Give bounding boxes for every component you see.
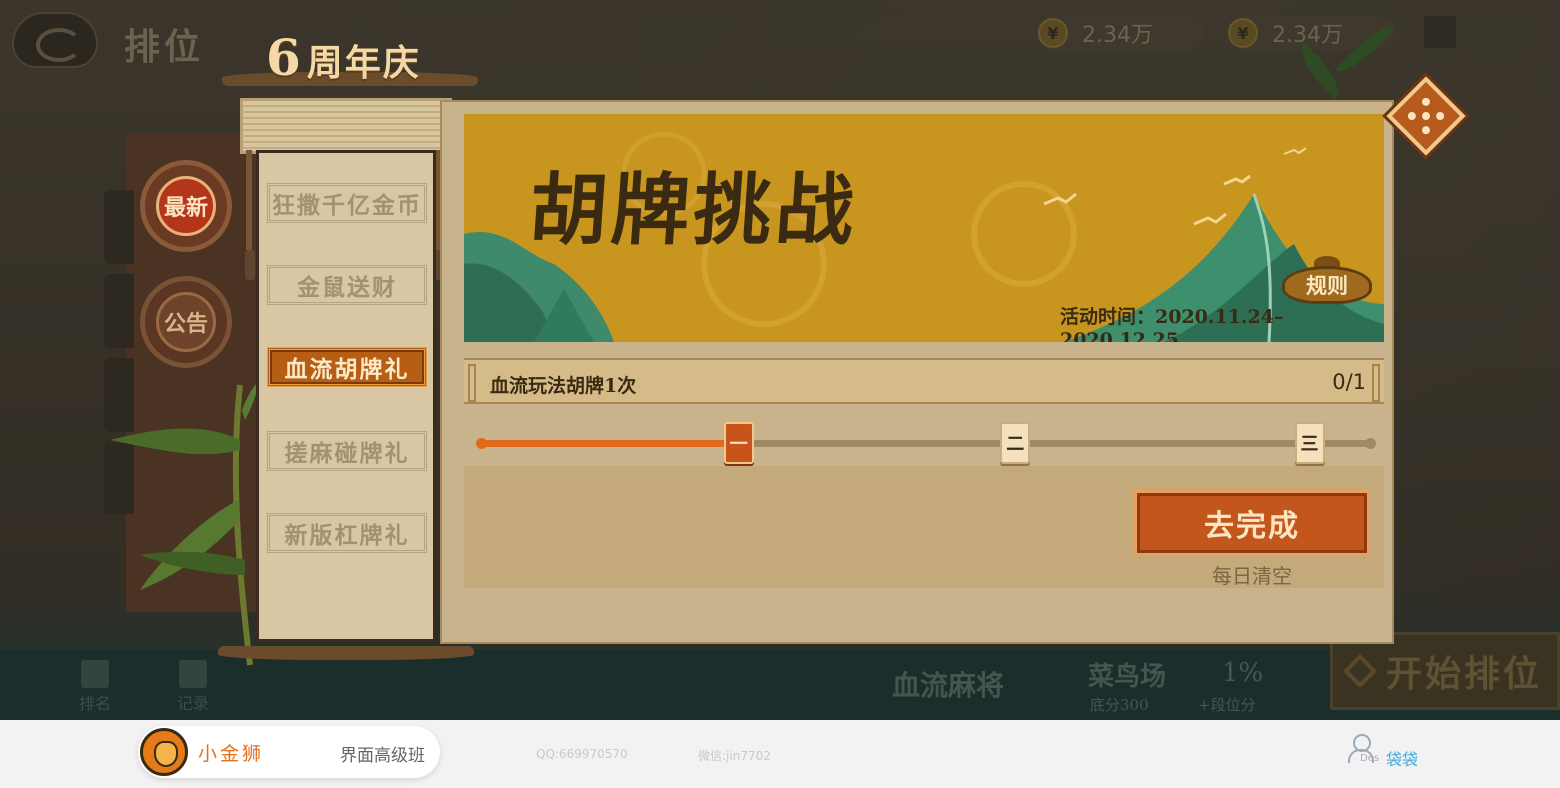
daily-reset-note: 每日清空: [1212, 564, 1292, 588]
dot-icon: [1420, 110, 1432, 122]
bag-icon[interactable]: [1420, 12, 1460, 52]
record-nav-label: 记录: [176, 694, 209, 713]
anniversary-title: 6 周年庆: [266, 28, 421, 87]
task-row: 血流玩法胡牌1次 0/1: [464, 358, 1384, 404]
activity-nav-panel: 狂撒千亿金币 金鼠送财 血流胡牌礼 搓麻碰牌礼 新版杠牌礼: [256, 150, 436, 642]
rank-sub: +段位分: [1198, 696, 1256, 714]
bamboo-stem: [232, 384, 253, 666]
back-teapot-icon[interactable]: [12, 12, 98, 68]
mode-selector[interactable]: 血流麻将: [892, 664, 1004, 704]
qq-text: QQ:669970570: [536, 747, 628, 761]
brand-course: 界面高级班: [340, 746, 425, 766]
badge-notice[interactable]: 公告: [140, 276, 232, 368]
des-text: Des: [1360, 753, 1380, 764]
coin-icon: ¥: [1038, 18, 1068, 48]
wechat-text: 微信:jin7702: [698, 749, 771, 763]
dot-icon: [1434, 110, 1446, 122]
room-sub: 底分300: [1090, 696, 1149, 714]
dot-icon: [1420, 96, 1432, 108]
badge-latest-label: 最新: [156, 176, 216, 236]
milestone-1[interactable]: 一: [723, 422, 754, 464]
milestone-2[interactable]: 二: [1000, 422, 1031, 464]
tassel-icon: [245, 250, 255, 280]
coin-counter-1[interactable]: ¥ 2.34万: [1036, 16, 1204, 50]
start-ranking-label: 开始排位: [1385, 653, 1542, 695]
rules-button[interactable]: 规则: [1282, 256, 1372, 306]
badge-latest[interactable]: 最新: [140, 160, 232, 252]
coin-icon: ¥: [1228, 18, 1258, 48]
scroll-roller: [240, 98, 452, 154]
user-name: 袋袋: [1386, 750, 1419, 769]
rules-label: 规则: [1306, 273, 1348, 298]
badge-notice-label: 公告: [156, 292, 216, 352]
page-title: 排位: [124, 26, 205, 68]
scroll-bottom-rod: [218, 638, 474, 668]
progress-start-dot: [476, 438, 487, 449]
side-list-item: [104, 274, 134, 348]
anniversary-number: 6: [266, 28, 301, 87]
brand-name: 小金狮: [198, 743, 265, 765]
lion-logo-icon: [140, 728, 188, 776]
coin-value: 2.34万: [1272, 23, 1343, 48]
milestone-3[interactable]: 三: [1294, 422, 1325, 464]
bamboo-leaf-icon: [110, 428, 240, 455]
room-name[interactable]: 菜鸟场: [1088, 656, 1166, 693]
tab-kong-gift[interactable]: 新版杠牌礼: [267, 513, 427, 553]
brand-badge: 小金狮 界面高级班: [138, 726, 440, 778]
dot-icon: [1420, 124, 1432, 136]
progress-fill: [480, 440, 739, 447]
task-progress: 0/1: [1332, 370, 1366, 394]
scroll-post: [246, 150, 252, 250]
activity-time: 活动时间：2020.11.24–2020.12.25: [1060, 306, 1284, 342]
task-name: 血流玩法胡牌1次: [490, 375, 637, 397]
scroll-bottom-bar: [218, 646, 474, 660]
tab-gold-coins[interactable]: 狂撒千亿金币: [267, 183, 427, 223]
activity-banner: 胡牌挑战 规则 活动时间：2020.11.24–2020.12.25: [464, 114, 1384, 342]
tab-golden-rat[interactable]: 金鼠送财: [267, 265, 427, 305]
activity-main-panel: 胡牌挑战 规则 活动时间：2020.11.24–2020.12.25 血流玩法胡…: [440, 100, 1394, 644]
cart-icon[interactable]: [1482, 10, 1532, 52]
banner-title: 胡牌挑战: [526, 165, 861, 256]
diamond-icon: [1343, 654, 1377, 688]
dot-icon: [1406, 110, 1418, 122]
tab-pong-gift[interactable]: 搓麻碰牌礼: [267, 431, 427, 471]
coin-value: 2.34万: [1082, 23, 1153, 48]
tab-bloodflow-hu[interactable]: 血流胡牌礼: [267, 347, 427, 387]
rank-nav-label: 排名: [78, 694, 111, 713]
go-complete-button[interactable]: 去完成: [1134, 490, 1370, 556]
anniversary-text: 周年庆: [306, 42, 421, 84]
progress-track: [476, 438, 1376, 449]
rank-percent: 1%: [1222, 658, 1264, 688]
bamboo-leaf-icon: [140, 500, 240, 590]
progress-end-dot: [1365, 438, 1376, 449]
side-list-item: [104, 190, 134, 264]
watermark-bar: 小金狮 界面高级班 QQ:669970570 微信:jin7702 Des 袋袋: [0, 720, 1560, 788]
